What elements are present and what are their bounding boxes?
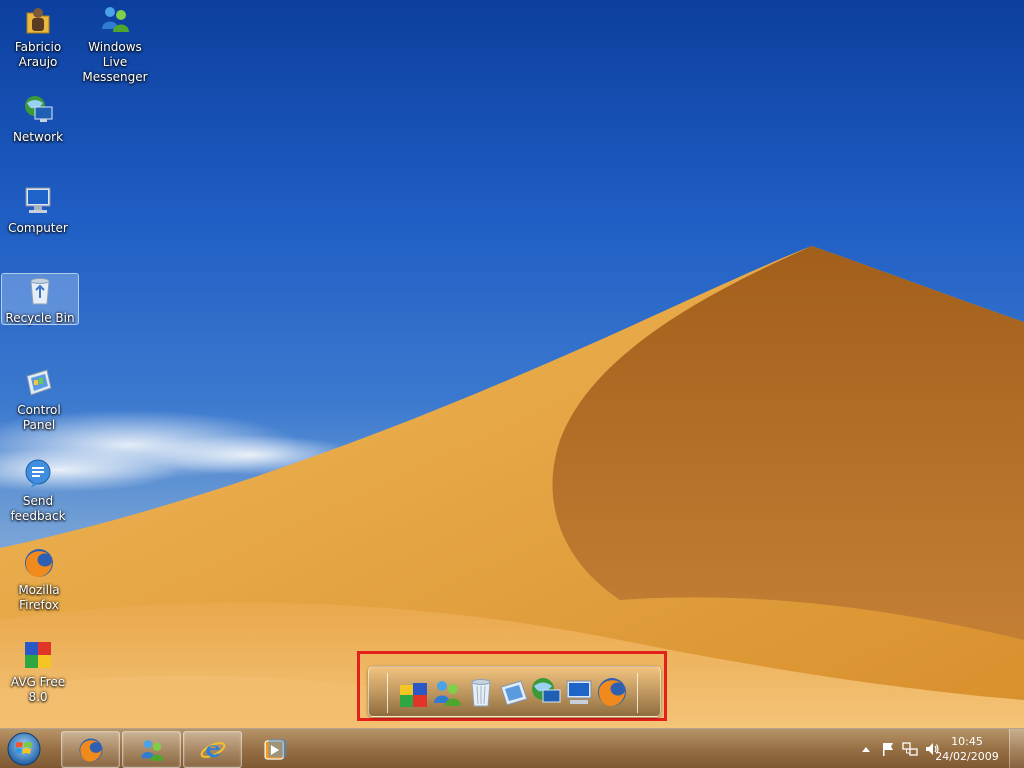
desktop-icon-label: Send feedback	[10, 494, 66, 523]
firefox-icon	[25, 549, 53, 577]
messenger-icon[interactable]	[430, 675, 464, 709]
avg-icon	[25, 642, 51, 668]
computer-icon[interactable]	[562, 675, 596, 709]
taskbar-pinned-messenger[interactable]	[122, 731, 181, 768]
dock-separator	[637, 673, 638, 713]
network-status-icon[interactable]	[902, 741, 918, 757]
desktop-icon-label: Network	[12, 130, 64, 144]
taskbar-pinned-media-player[interactable]	[247, 731, 303, 768]
desktop-icon-avg[interactable]: AVG Free 8.0	[0, 638, 76, 705]
desktop-icon-label: Control Panel	[17, 403, 61, 432]
desktop-icon-label: Fabricio Araujo	[14, 40, 62, 69]
messenger-icon	[102, 7, 129, 32]
desktop-icon-computer[interactable]: Computer	[0, 184, 76, 236]
network-icon	[25, 96, 53, 122]
taskbar-pinned-internet-explorer[interactable]	[183, 731, 242, 768]
desktop-icon-label: AVG Free 8.0	[10, 675, 66, 704]
recycle-bin-icon	[30, 278, 50, 305]
wallpaper	[0, 246, 1024, 728]
taskbar: 10:45 24/02/2009	[0, 728, 1024, 768]
firefox-icon	[78, 737, 103, 762]
recycle-bin-icon[interactable]	[464, 675, 498, 709]
desktop-icon-label: Recycle Bin	[5, 311, 75, 325]
control-panel-icon	[26, 369, 52, 396]
computer-icon	[25, 187, 51, 213]
messenger-icon	[140, 739, 164, 761]
desktop-icon-send-feedback[interactable]: Send feedback	[0, 457, 76, 524]
desktop-icon-network[interactable]: Network	[0, 93, 76, 145]
desktop-icon-label: Mozilla Firefox	[18, 583, 60, 612]
desktop-icon-firefox[interactable]: Mozilla Firefox	[1, 546, 77, 613]
network-icon[interactable]	[529, 675, 563, 709]
show-hidden-icons-icon[interactable]	[858, 741, 874, 757]
desktop-icon-user-folder[interactable]: Fabricio Araujo	[0, 3, 76, 70]
dock-launcher[interactable]	[368, 666, 661, 717]
desktop-icon-recycle-bin[interactable]: Recycle Bin	[1, 273, 79, 325]
desktop-icon-label: Computer	[8, 221, 68, 235]
action-center-flag-icon[interactable]	[880, 741, 896, 757]
desktop-icon-messenger[interactable]: Windows Live Messenger	[77, 3, 153, 85]
control-panel-icon[interactable]	[497, 675, 531, 709]
firefox-icon[interactable]	[595, 675, 629, 709]
desktop-icon-control-panel[interactable]: Control Panel	[1, 366, 77, 433]
taskbar-pinned-firefox[interactable]	[61, 731, 120, 768]
feedback-icon	[25, 459, 51, 488]
user-folder-icon	[26, 8, 50, 34]
show-desktop-button[interactable]	[1009, 729, 1024, 768]
notification-area: 10:45 24/02/2009	[824, 729, 1024, 768]
internet-explorer-icon	[200, 741, 225, 758]
start-button[interactable]	[4, 730, 44, 768]
media-player-icon	[264, 738, 287, 760]
desktop-icon-label: Windows Live Messenger	[82, 40, 148, 84]
avg-icon[interactable]	[397, 675, 431, 709]
system-clock[interactable]: 10:45 24/02/2009	[932, 734, 1002, 764]
desktop[interactable]: Fabricio Araujo Windows Live Messenger N…	[0, 0, 1024, 728]
clock-time: 10:45	[951, 735, 983, 748]
clock-date: 24/02/2009	[935, 750, 999, 763]
dock-separator	[387, 673, 388, 713]
